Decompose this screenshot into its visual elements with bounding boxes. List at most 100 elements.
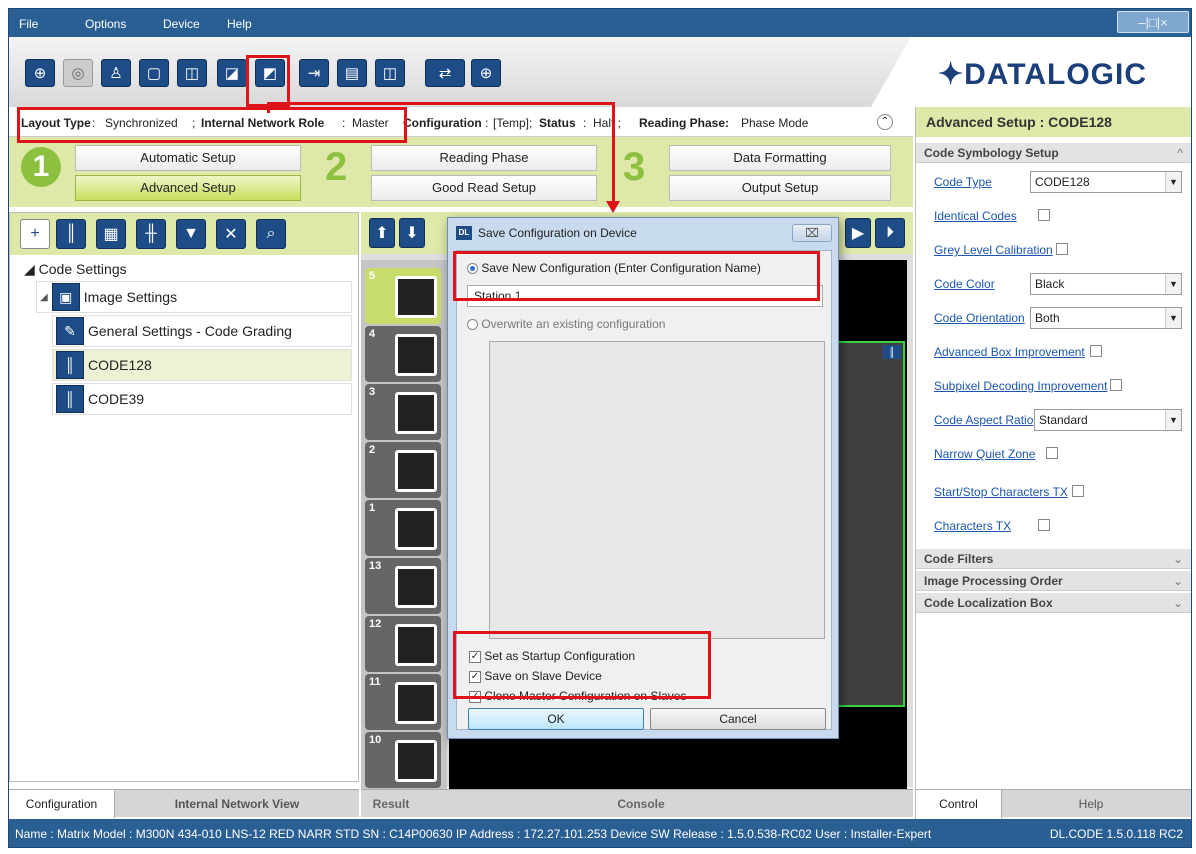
tab-result[interactable]: Result [371, 790, 411, 818]
tree-item-code39[interactable]: ║ CODE39 [56, 385, 144, 413]
tree-item-code128[interactable]: ║ CODE128 [56, 351, 152, 379]
right-bottom-tabs: Control Help [916, 789, 1191, 818]
grey-level-calibration-link[interactable]: Grey Level Calibration [934, 243, 1053, 257]
start-stop-characters-checkbox[interactable] [1072, 485, 1084, 497]
config-transfer-icon[interactable]: ⇄ [425, 59, 465, 87]
play-icon[interactable]: ▶ [845, 218, 871, 248]
device-doc-icon[interactable]: ◫ [375, 59, 405, 87]
automatic-setup-button[interactable]: Automatic Setup [75, 145, 301, 171]
code-aspect-ratio-select[interactable]: Standard ▼ [1034, 409, 1182, 431]
arrow-up-icon[interactable]: ⬆ [369, 218, 395, 248]
grey-level-calibration-checkbox[interactable] [1056, 243, 1068, 255]
menu-file[interactable]: File [19, 17, 38, 31]
save-new-radio[interactable] [467, 263, 478, 275]
output-setup-button[interactable]: Output Setup [669, 175, 891, 201]
save-doc-icon[interactable]: ▤ [337, 59, 367, 87]
advanced-box-improvement-link[interactable]: Advanced Box Improvement [934, 345, 1085, 359]
existing-configurations-list[interactable] [489, 341, 825, 639]
start-stop-characters-link[interactable]: Start/Stop Characters TX [934, 485, 1068, 499]
identical-codes-link[interactable]: Identical Codes [934, 209, 1017, 223]
qr-code-icon[interactable]: ▦ [96, 219, 126, 249]
advanced-box-improvement-checkbox[interactable] [1090, 345, 1102, 357]
good-read-setup-button[interactable]: Good Read Setup [371, 175, 597, 201]
code-type-select[interactable]: CODE128 ▼ [1030, 171, 1182, 193]
device-arrow-icon[interactable]: ◪ [217, 59, 247, 87]
save-slave-checkbox[interactable]: ✓ [469, 670, 481, 683]
narrow-quiet-zone-checkbox[interactable] [1046, 447, 1058, 459]
delete-icon[interactable]: ✕ [216, 219, 246, 249]
data-formatting-button[interactable]: Data Formatting [669, 145, 891, 171]
barcode-icon: ║ [56, 385, 84, 413]
image-processing-order-header[interactable]: Image Processing Order ⌄ [916, 571, 1191, 591]
code-filters-header[interactable]: Code Filters ⌄ [916, 549, 1191, 569]
thumbnail[interactable]: 10 [365, 732, 441, 788]
reading-phase-button[interactable]: Reading Phase [371, 145, 597, 171]
barcode-ruler-icon[interactable]: ╫ [136, 219, 166, 249]
save-slave-option[interactable]: ✓ Save on Slave Device [469, 669, 602, 683]
code-orientation-select[interactable]: Both ▼ [1030, 307, 1182, 329]
configuration-name-input[interactable]: Station 1 [467, 285, 823, 307]
code-color-select[interactable]: Black ▼ [1030, 273, 1182, 295]
thumbnail[interactable]: 3 [365, 384, 441, 440]
thumbnail[interactable]: 2 [365, 442, 441, 498]
add-icon[interactable]: + [20, 219, 50, 249]
tree-item-image-settings[interactable]: ◢ ▣ Image Settings [40, 283, 177, 311]
code-color-link[interactable]: Code Color [934, 277, 995, 291]
menu-device[interactable]: Device [163, 17, 200, 31]
thumbnail[interactable]: 11 [365, 674, 441, 730]
plus-circle-icon[interactable]: ⊕ [25, 59, 55, 87]
code-symbology-setup-header[interactable]: Code Symbology Setup ^ [916, 143, 1191, 163]
startup-checkbox[interactable]: ✓ [469, 650, 481, 663]
device-search-icon[interactable]: ◫ [177, 59, 207, 87]
code-aspect-ratio-link[interactable]: Code Aspect Ratio [934, 413, 1033, 427]
thumbnail[interactable]: 5 [365, 268, 441, 324]
overwrite-radio[interactable] [467, 319, 478, 331]
subpixel-decoding-checkbox[interactable] [1110, 379, 1122, 391]
crosshair-icon[interactable]: ⊕ [471, 59, 501, 87]
window-icon[interactable]: ▢ [139, 59, 169, 87]
narrow-quiet-zone-link[interactable]: Narrow Quiet Zone [934, 447, 1035, 461]
characters-tx-link[interactable]: Characters TX [934, 519, 1011, 533]
code-type-link[interactable]: Code Type [934, 175, 992, 189]
save-device-icon[interactable]: ◩ [255, 59, 285, 87]
tab-configuration[interactable]: Configuration [9, 790, 115, 818]
ok-button[interactable]: OK [468, 708, 644, 730]
thumbnail[interactable]: 1 [365, 500, 441, 556]
startup-config-option[interactable]: ✓ Set as Startup Configuration [469, 649, 635, 663]
person-icon[interactable]: ♙ [101, 59, 131, 87]
tab-control[interactable]: Control [916, 790, 1002, 818]
tree-item-general-settings[interactable]: ✎ General Settings - Code Grading [56, 317, 292, 345]
subpixel-decoding-link[interactable]: Subpixel Decoding Improvement [934, 379, 1107, 393]
thumbnail[interactable]: 4 [365, 326, 441, 382]
code-localization-box-header[interactable]: Code Localization Box ⌄ [916, 593, 1191, 613]
step-forward-icon[interactable]: ⏵ [875, 218, 905, 248]
thumbnail[interactable]: 12 [365, 616, 441, 672]
code-orientation-link[interactable]: Code Orientation [934, 311, 1025, 325]
zoom-icon[interactable]: ⌕ [256, 219, 286, 249]
arrow-down-icon[interactable]: ⬇ [399, 218, 425, 248]
cancel-button[interactable]: Cancel [650, 708, 826, 730]
close-icon[interactable]: ⌧ [792, 224, 832, 242]
advanced-setup-button[interactable]: Advanced Setup [75, 175, 301, 201]
characters-tx-checkbox[interactable] [1038, 519, 1050, 531]
clone-master-checkbox[interactable]: ✓ [469, 690, 481, 703]
clone-master-option[interactable]: ✓ Clone Master Configuration on Slaves [469, 689, 686, 703]
barcode-icon[interactable]: ║ [56, 219, 86, 249]
window-controls[interactable]: –|□|× [1117, 11, 1189, 33]
identical-codes-checkbox[interactable] [1038, 209, 1050, 221]
collapse-icon[interactable]: ⌃ [877, 114, 893, 130]
menu-help[interactable]: Help [227, 17, 252, 31]
thumbnail[interactable]: 13 [365, 558, 441, 614]
lens-icon[interactable]: ◎ [63, 59, 93, 87]
save-new-option[interactable]: Save New Configuration (Enter Configurat… [467, 261, 761, 275]
menu-bar: File Options Device Help –|□|× [9, 9, 1191, 37]
overwrite-option[interactable]: Overwrite an existing configuration [467, 317, 665, 331]
tree-root-code-settings[interactable]: ◢ Code Settings [24, 261, 127, 278]
export-icon[interactable]: ⇥ [299, 59, 329, 87]
tab-console[interactable]: Console [591, 790, 691, 818]
status-label: Status [539, 116, 576, 130]
menu-options[interactable]: Options [85, 17, 126, 31]
tab-internal-network-view[interactable]: Internal Network View [119, 790, 355, 818]
filter-icon[interactable]: ▼ [176, 219, 206, 249]
tab-help[interactable]: Help [1026, 790, 1156, 818]
